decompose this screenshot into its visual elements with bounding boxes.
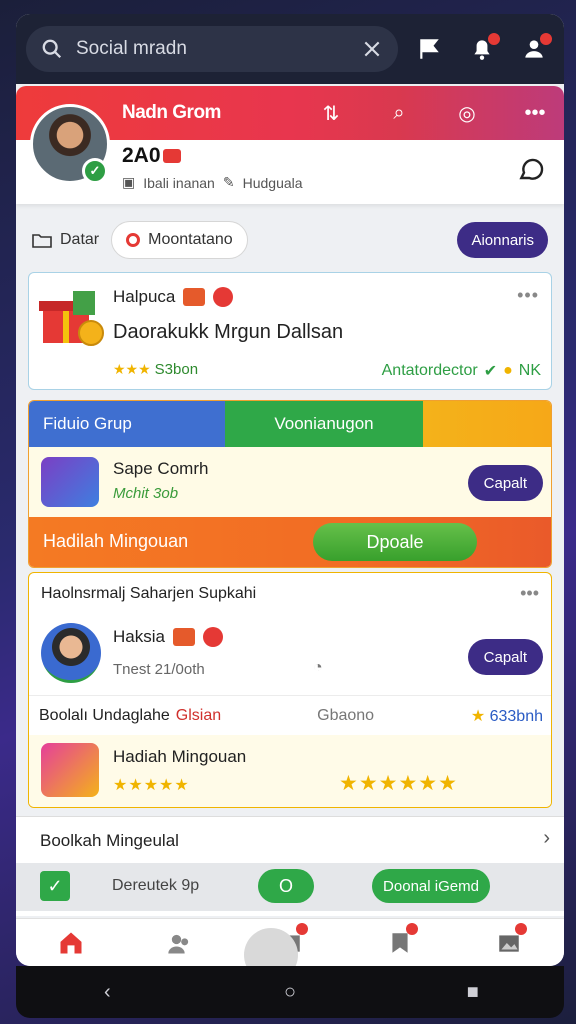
notification-badge [486, 31, 502, 47]
app-screen: Nadn Grom ⇅ ⌕ ◎ ••• ✓ 2A0 ▣ Ibali inanan… [16, 14, 564, 966]
home-circle-icon[interactable]: ○ [275, 977, 305, 1007]
settings-title: Boolkah Mingeulal [40, 831, 179, 850]
cta-button[interactable]: Aionnaris [457, 222, 548, 258]
weekly-reward-bar: Hadilah Mingouan Dpoale [29, 517, 551, 567]
gift-icon [37, 285, 105, 349]
search-icon[interactable]: ⌕ [370, 96, 428, 130]
item-subtitle: Mchit 3ob [113, 485, 179, 502]
chevron-right-icon[interactable]: › [543, 827, 550, 850]
weekly-prize-title: Hadiah Mingouan [113, 747, 247, 766]
more-icon[interactable]: ••• [520, 583, 539, 604]
search-icon [40, 37, 64, 61]
profile-name: Nadn Grom [122, 102, 221, 123]
profile-meta-right: Hudguala [242, 174, 303, 191]
status: Antatordector ✔ ● NK [381, 362, 541, 380]
nav-badge [295, 922, 308, 935]
feed-card: Haolnsrmalj Saharjen Supkahi ••• Haksia … [28, 572, 552, 808]
settings-label: Dereutek 9p [112, 877, 200, 894]
home-icon[interactable] [51, 923, 91, 963]
count-tag-icon [162, 149, 181, 164]
stats-icon[interactable]: ⇅ [302, 96, 360, 130]
search-input[interactable] [76, 38, 348, 60]
profile-card: Nadn Grom ⇅ ⌕ ◎ ••• ✓ 2A0 ▣ Ibali inanan… [16, 86, 564, 204]
settings-row: ✓ Dereutek 9p O Doonal iGemd [16, 863, 564, 911]
system-nav-bar: ‹ ○ ■ [16, 966, 564, 1018]
recents-icon[interactable]: ■ [458, 977, 488, 1007]
nav-badge [515, 922, 528, 935]
weekly-prize[interactable]: Hadiah Mingouan ★★★★★ ★★★★★★ [29, 735, 551, 807]
feed-header: Haolnsrmalj Saharjen Supkahi [41, 585, 257, 602]
bell-icon[interactable] [462, 29, 502, 69]
chat-icon[interactable]: ◔ [313, 659, 323, 677]
game-icon [41, 457, 99, 507]
group-card: Fiduio Grup Voonianugon Sape Comrh Mchit… [28, 400, 552, 568]
rating-large: ★★★★★★ [339, 772, 458, 795]
star-icon: ★★★ [113, 361, 151, 377]
search-bar[interactable] [26, 26, 398, 72]
settings-card: Boolkah Mingeulal › ✓ Dereutek 9p O Doon… [16, 816, 564, 916]
avatar[interactable] [41, 623, 101, 683]
card-headline: Daorakukk Mrgun Dallsan [113, 321, 344, 343]
row-value: ★ 633bnh [470, 707, 543, 725]
bookmark-icon[interactable] [380, 922, 420, 963]
profile-meta: ▣ Ibali inanan ✎ Hudguala [122, 174, 303, 191]
filter-tabs: Datar Moontatano Aionnaris [16, 220, 564, 260]
gallery-icon[interactable] [489, 922, 529, 963]
tab-voonianugon[interactable]: Voonianugon [225, 401, 423, 447]
feed-title: Haksia [113, 627, 223, 647]
gift-icon[interactable]: ◎ [438, 96, 496, 130]
item-title: Sape Comrh [113, 459, 209, 478]
rating: ★★★ S3bon [113, 361, 199, 378]
feed-meta: Tnest 21/0oth [113, 661, 205, 678]
coin-icon: ● [503, 362, 513, 379]
feed-row[interactable]: Boolalı Undaglahe Glsian Gbaono ★ 633bnh [29, 695, 551, 735]
flag-icon[interactable] [410, 29, 450, 69]
verified-badge: ✓ [82, 158, 108, 184]
folder-icon [32, 234, 52, 248]
claim-button[interactable]: Capalt [467, 465, 543, 501]
toggle-button[interactable]: O [258, 869, 314, 903]
confirm-button[interactable]: Doonal iGemd [372, 869, 490, 903]
ball-icon [213, 287, 234, 307]
notification-badge [538, 31, 554, 47]
back-icon[interactable]: ‹ [92, 977, 122, 1007]
tab-moontatano[interactable]: Moontatano [111, 221, 248, 259]
coins-icon [41, 743, 99, 797]
close-icon[interactable] [360, 37, 384, 61]
card-title: Halpuca [113, 287, 234, 307]
nav-badge [405, 922, 418, 935]
location-icon: ▣ [122, 174, 136, 190]
more-icon[interactable]: ••• [506, 96, 564, 130]
tab-group[interactable]: Fiduio Grup [29, 401, 225, 447]
tag-icon [183, 288, 206, 306]
record-icon [126, 233, 141, 247]
checkbox[interactable]: ✓ [40, 871, 70, 901]
reward-card[interactable]: Halpuca ••• Daorakukk Mrgun Dallsan ★★★ … [28, 272, 552, 390]
ball-icon [202, 627, 223, 647]
tab-spacer [423, 401, 551, 447]
rating-small: ★★★★★ [113, 777, 190, 794]
profile-count: 2A0 [122, 144, 181, 168]
tag-icon [172, 628, 195, 646]
group-tabs: Fiduio Grup Voonianugon [29, 401, 551, 447]
more-icon[interactable]: ••• [517, 285, 539, 306]
tab-datar[interactable]: Datar [32, 231, 99, 249]
profile-meta-left: Ibali inanan [143, 174, 215, 191]
check-icon: ✔ [483, 363, 498, 380]
friends-icon[interactable] [160, 923, 200, 963]
profile-icon[interactable] [514, 29, 554, 69]
group-item[interactable]: Sape Comrh Mchit 3ob Capalt [29, 447, 551, 517]
star-icon: ★ [470, 707, 486, 725]
chat-icon[interactable] [516, 154, 548, 186]
weekly-reward-button[interactable]: Dpoale [313, 523, 477, 561]
pen-icon: ✎ [222, 174, 235, 190]
weekly-reward-title: Hadilah Mingouan [43, 531, 189, 551]
top-bar [16, 14, 564, 84]
claim-button[interactable]: Capalt [467, 639, 543, 675]
